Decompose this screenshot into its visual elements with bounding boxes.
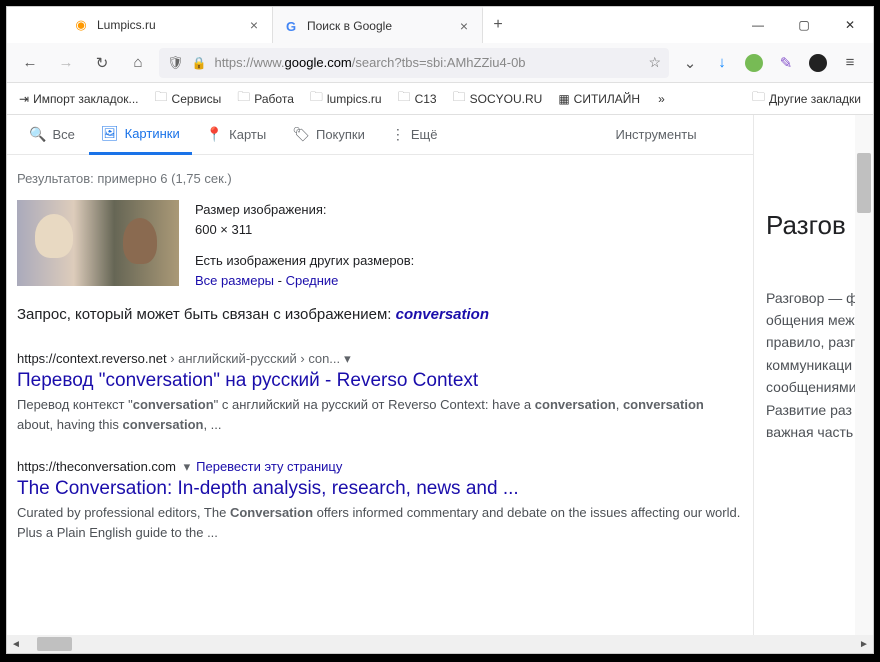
result-snippet: Curated by professional editors, The Con… <box>17 503 743 543</box>
forward-button[interactable]: → <box>51 48 81 78</box>
result-snippet: Перевод контекст "conversation" c англий… <box>17 395 743 435</box>
scroll-thumb[interactable] <box>37 637 72 651</box>
result-stats: Результатов: примерно 6 (1,75 сек.) <box>17 171 743 186</box>
tab-title: Lumpics.ru <box>97 18 238 32</box>
result-url[interactable]: https://theconversation.com ▾Перевести э… <box>17 459 743 475</box>
google-nav: 🔍Все 🖼Картинки 📍Карты 🏷Покупки ⋮Ещё Инст… <box>7 115 753 155</box>
tab-google[interactable]: G Поиск в Google × <box>273 7 483 43</box>
scroll-right-icon[interactable]: ► <box>855 635 873 653</box>
tab-lumpics[interactable]: ◉ Lumpics.ru × <box>63 7 273 43</box>
related-query: Запрос, который может быть связан с изоб… <box>17 306 743 323</box>
more-icon: ⋮ <box>391 126 405 143</box>
home-button[interactable]: ⌂ <box>123 48 153 78</box>
favicon-google: G <box>283 18 299 34</box>
nav-shopping[interactable]: 🏷Покупки <box>280 115 377 155</box>
close-icon[interactable]: × <box>456 18 472 34</box>
medium-sizes-link[interactable]: Средние <box>286 273 339 288</box>
back-button[interactable]: ← <box>15 48 45 78</box>
scroll-left-icon[interactable]: ◄ <box>7 635 25 653</box>
image-size-label: Размер изображения: <box>195 200 414 220</box>
folder-icon: 🗀 <box>398 88 411 110</box>
search-result: https://theconversation.com ▾Перевести э… <box>17 459 743 543</box>
bm-services[interactable]: 🗀Сервисы <box>149 85 228 113</box>
bookmark-star-icon[interactable]: ☆ <box>648 54 661 71</box>
close-window-button[interactable]: ✕ <box>827 7 873 43</box>
all-sizes-link[interactable]: Все размеры <box>195 273 274 288</box>
download-icon[interactable]: ↓ <box>707 48 737 78</box>
search-result: https://context.reverso.net › английский… <box>17 351 743 435</box>
ext-v-icon[interactable] <box>739 48 769 78</box>
tag-icon: 🏷 <box>292 126 310 143</box>
search-icon: 🔍 <box>29 126 46 143</box>
favicon-lumpics: ◉ <box>73 17 89 33</box>
other-sizes-label: Есть изображения других размеров: <box>195 251 414 271</box>
titlebar: ◉ Lumpics.ru × G Поиск в Google × + — ▢ … <box>7 7 873 43</box>
shield-icon: 🛡 <box>167 55 184 71</box>
folder-icon: 🗀 <box>310 88 323 110</box>
chevron-down-icon[interactable]: ▾ <box>340 351 351 366</box>
new-tab-button[interactable]: + <box>483 7 513 43</box>
reload-button[interactable]: ↻ <box>87 48 117 78</box>
pin-icon: 📍 <box>206 126 223 143</box>
nav-maps[interactable]: 📍Карты <box>194 115 278 155</box>
folder-icon: 🗀 <box>752 88 765 110</box>
chevron-down-icon[interactable]: ▾ <box>180 459 191 474</box>
image-result-box: Размер изображения: 600 × 311 Есть изобр… <box>17 200 743 290</box>
horizontal-scrollbar[interactable]: ◄ ► <box>7 635 873 653</box>
result-thumbnail[interactable] <box>17 200 179 286</box>
query-keyword[interactable]: conversation <box>396 306 489 323</box>
bm-cityline[interactable]: ▦СИТИЛАЙН <box>552 89 646 109</box>
toolbar: ← → ↻ ⌂ 🛡 🔒 https://www.google.com/searc… <box>7 43 873 83</box>
maximize-button[interactable]: ▢ <box>781 7 827 43</box>
import-bookmarks[interactable]: ⇥Импорт закладок... <box>13 89 145 109</box>
image-dimensions: 600 × 311 <box>195 220 414 240</box>
tab-title: Поиск в Google <box>307 19 448 33</box>
nav-tools[interactable]: Инструменты <box>604 115 709 155</box>
bm-lumpics[interactable]: 🗀lumpics.ru <box>304 85 388 113</box>
nav-more[interactable]: ⋮Ещё <box>379 115 450 155</box>
vertical-scrollbar[interactable] <box>855 115 873 635</box>
lock-icon: 🔒 <box>192 56 207 70</box>
scroll-thumb[interactable] <box>857 153 871 213</box>
image-icon: 🖼 <box>101 125 119 142</box>
pocket-icon[interactable]: ⌄ <box>675 48 705 78</box>
site-icon: ▦ <box>558 92 569 106</box>
close-icon[interactable]: × <box>246 17 262 33</box>
bm-socyou[interactable]: 🗀SOCYOU.RU <box>447 85 549 113</box>
ext-dark-icon[interactable] <box>803 48 833 78</box>
nav-images[interactable]: 🖼Картинки <box>89 115 192 155</box>
minimize-button[interactable]: — <box>735 7 781 43</box>
bm-c13[interactable]: 🗀C13 <box>392 85 443 113</box>
ext-feather-icon[interactable]: ✎ <box>771 48 801 78</box>
import-icon: ⇥ <box>19 92 29 106</box>
bookmarks-overflow[interactable]: » <box>650 92 673 106</box>
url-bar[interactable]: 🛡 🔒 https://www.google.com/search?tbs=sb… <box>159 48 669 78</box>
folder-icon: 🗀 <box>155 88 168 110</box>
result-url[interactable]: https://context.reverso.net › английский… <box>17 351 743 367</box>
result-title[interactable]: The Conversation: In-depth analysis, res… <box>17 478 743 500</box>
result-title[interactable]: Перевод "conversation" на русский - Reve… <box>17 370 743 392</box>
folder-icon: 🗀 <box>237 88 250 110</box>
nav-all[interactable]: 🔍Все <box>17 115 87 155</box>
bm-work[interactable]: 🗀Работа <box>231 85 300 113</box>
url-text: https://www.google.com/search?tbs=sbi:AM… <box>214 55 640 70</box>
other-bookmarks[interactable]: 🗀Другие закладки <box>746 85 867 113</box>
bookmarks-bar: ⇥Импорт закладок... 🗀Сервисы 🗀Работа 🗀lu… <box>7 83 873 115</box>
menu-icon[interactable]: ≡ <box>835 48 865 78</box>
folder-icon: 🗀 <box>453 88 466 110</box>
translate-link[interactable]: Перевести эту страницу <box>196 459 342 474</box>
